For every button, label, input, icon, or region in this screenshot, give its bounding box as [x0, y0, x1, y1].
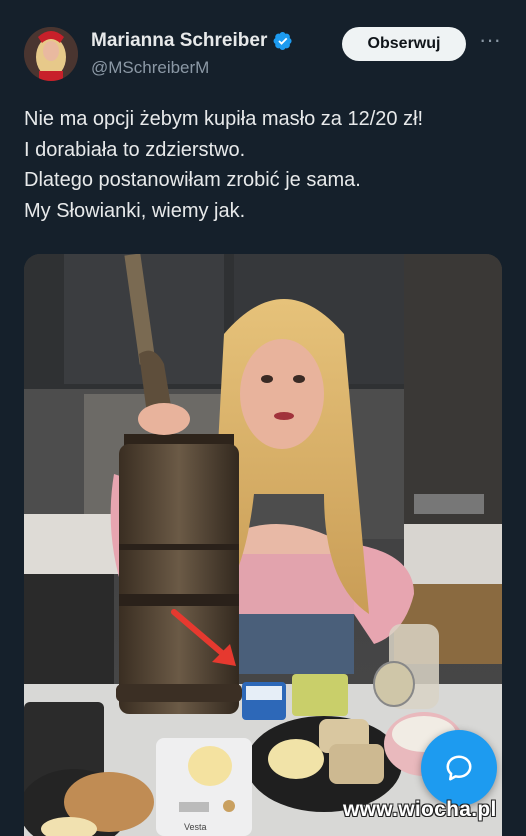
avatar[interactable] [24, 27, 78, 81]
more-options-icon[interactable]: ··· [478, 29, 502, 55]
tweet-header: Marianna Schreiber @MSchreiberM Obserwuj… [0, 0, 526, 90]
avatar-image [24, 27, 78, 81]
tweet-text: Nie ma opcji żebym kupiła masło za 12/20… [24, 104, 514, 226]
watermark: www.wiocha.pl [343, 798, 497, 821]
author-name[interactable]: Marianna Schreiber [91, 30, 267, 52]
reply-button[interactable] [421, 730, 497, 806]
author-handle[interactable]: @MSchreiberM [91, 58, 209, 78]
tweet-line: My Słowianki, wiemy jak. [24, 199, 246, 222]
tweet-line: I dorabiała to zdzierstwo. [24, 138, 246, 161]
author-name-row: Marianna Schreiber [91, 30, 293, 52]
scale-brand: Vesta [184, 822, 207, 832]
follow-button[interactable]: Obserwuj [342, 27, 466, 61]
verified-badge-icon [273, 32, 292, 50]
tweet-line: Dlatego postanowiłam zrobić je sama. [24, 169, 361, 191]
tweet-line: Nie ma opcji żebym kupiła masło za 12/20… [24, 108, 424, 130]
reply-bubble-icon [446, 755, 472, 781]
